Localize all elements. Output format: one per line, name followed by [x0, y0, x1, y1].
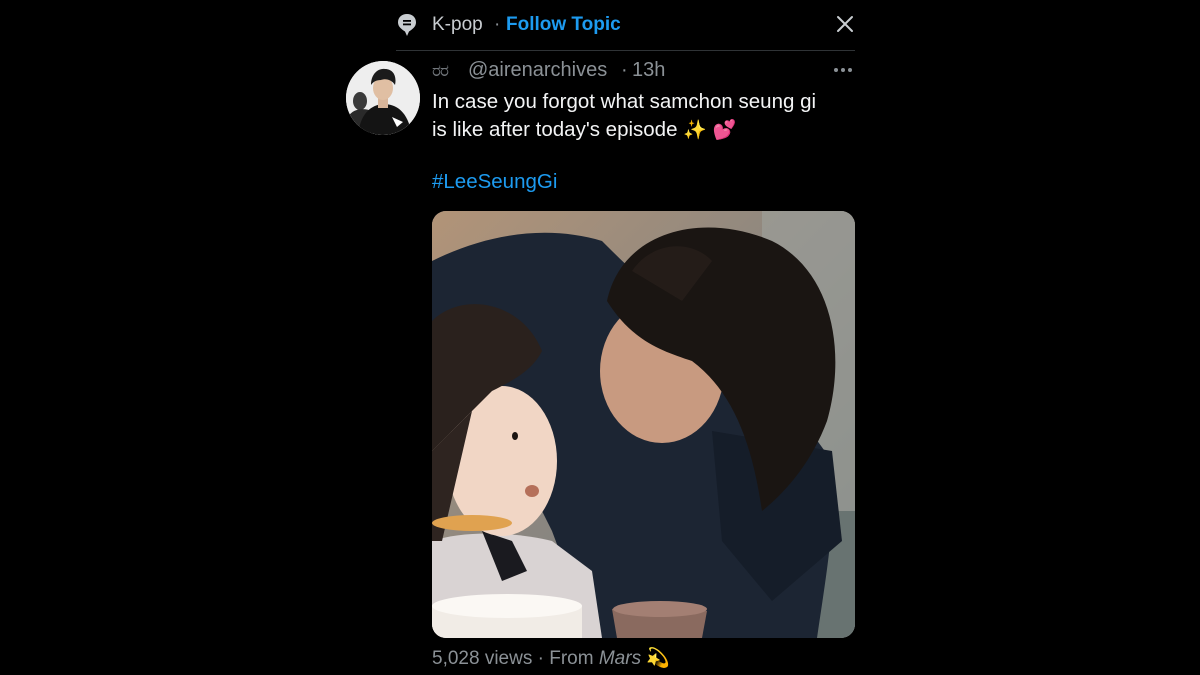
author-handle[interactable]: @airenarchives [468, 59, 607, 82]
header-separator: · [621, 59, 628, 81]
tweet-text-line-2: is like after today's episode ✨ 💕 [432, 116, 855, 145]
tweet-timestamp[interactable]: 13h [632, 59, 665, 82]
hearts-emoji: 💕 [712, 120, 737, 141]
stats-separator: · [537, 648, 544, 669]
tweet-stats: 5,028 views · From Mars 💫 [432, 646, 670, 670]
topic-pin-icon [396, 13, 418, 37]
tweet-text-line-2-content: is like after today's episode [432, 118, 678, 141]
tweet-header: ರರ @airenarchives · 13h [432, 58, 855, 84]
topic-header: K-pop · Follow Topic [396, 0, 855, 51]
source-name: Mars [598, 648, 642, 669]
eyes-icon: ರರ [432, 61, 449, 80]
from-label: From [549, 648, 594, 669]
topic-separator: · [494, 14, 501, 35]
video-thumbnail[interactable] [432, 211, 855, 638]
close-icon[interactable] [835, 14, 855, 34]
topic-name[interactable]: K-pop [432, 14, 483, 36]
dizzy-emoji: 💫 [646, 648, 671, 669]
avatar[interactable] [346, 61, 420, 135]
tweet-text-line-1: In case you forgot what samchon seung gi [432, 90, 817, 113]
follow-topic-button[interactable]: Follow Topic [506, 14, 621, 36]
view-count: 5,028 views [432, 648, 533, 669]
tweet-text: In case you forgot what samchon seung gi… [432, 88, 855, 145]
timeline-column: K-pop · Follow Topic ರರ @airenarchives ·… [346, 0, 855, 675]
more-icon[interactable] [831, 58, 855, 82]
sparkles-emoji: ✨ [683, 120, 707, 141]
hashtag-link[interactable]: #LeeSeungGi [432, 170, 557, 194]
